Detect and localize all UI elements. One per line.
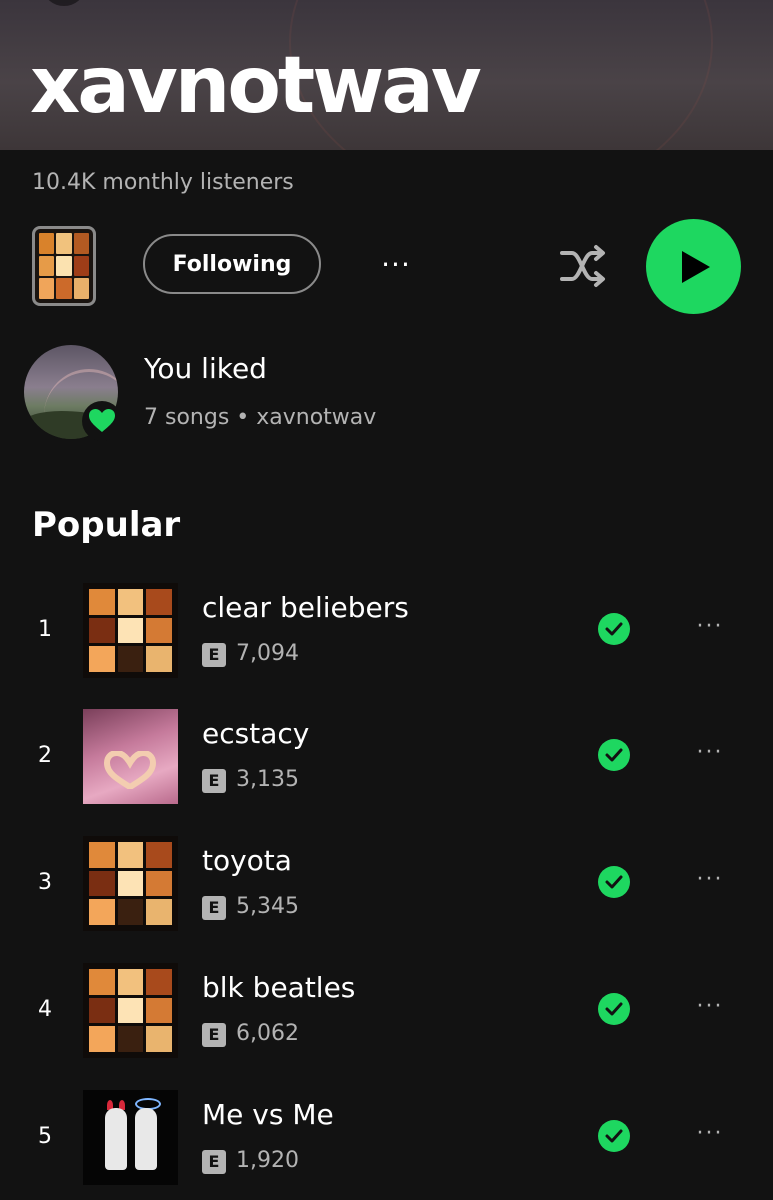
track-artwork bbox=[83, 836, 178, 931]
track-artwork bbox=[83, 709, 178, 804]
shuffle-icon[interactable] bbox=[558, 243, 608, 289]
explicit-badge: E bbox=[202, 896, 226, 920]
liked-heart-badge bbox=[82, 401, 122, 441]
track-rank: 4 bbox=[38, 997, 52, 1022]
track-rank: 3 bbox=[38, 870, 52, 895]
track-row[interactable]: 5 Me vs Me E 1,920 ··· bbox=[0, 1090, 773, 1190]
monthly-listeners: 10.4K monthly listeners bbox=[32, 170, 294, 195]
explicit-badge: E bbox=[202, 643, 226, 667]
track-title: clear beliebers bbox=[202, 591, 409, 624]
liked-subtitle: 7 songs • xavnotwav bbox=[144, 405, 377, 430]
track-more-button[interactable]: ··· bbox=[688, 991, 732, 1023]
track-title: blk beatles bbox=[202, 971, 356, 1004]
play-icon bbox=[682, 251, 710, 283]
track-more-button[interactable]: ··· bbox=[688, 737, 732, 769]
explicit-badge: E bbox=[202, 1023, 226, 1047]
explicit-badge: E bbox=[202, 1150, 226, 1174]
track-row[interactable]: 4 blk beatles E 6,062 ··· bbox=[0, 963, 773, 1063]
track-play-count: 3,135 bbox=[236, 767, 299, 792]
track-more-button[interactable]: ··· bbox=[688, 864, 732, 896]
check-circle-icon[interactable] bbox=[598, 993, 630, 1025]
track-row[interactable]: 2 ecstacy E 3,135 ··· bbox=[0, 709, 773, 809]
artist-name: xavnotwav bbox=[30, 41, 482, 131]
check-circle-icon[interactable] bbox=[598, 1120, 630, 1152]
explicit-badge: E bbox=[202, 769, 226, 793]
check-circle-icon[interactable] bbox=[598, 613, 630, 645]
track-title: Me vs Me bbox=[202, 1098, 334, 1131]
track-row[interactable]: 3 toyota E 5,345 ··· bbox=[0, 836, 773, 936]
track-rank: 2 bbox=[38, 743, 52, 768]
artist-header: xavnotwav bbox=[0, 0, 773, 150]
check-circle-icon[interactable] bbox=[598, 739, 630, 771]
track-title: toyota bbox=[202, 844, 292, 877]
track-play-count: 6,062 bbox=[236, 1021, 299, 1046]
track-row[interactable]: 1 clear beliebers E 7,094 ··· bbox=[0, 583, 773, 683]
track-play-count: 7,094 bbox=[236, 641, 299, 666]
check-circle-icon[interactable] bbox=[598, 866, 630, 898]
popular-heading: Popular bbox=[32, 505, 181, 545]
track-artwork bbox=[83, 583, 178, 678]
track-rank: 5 bbox=[38, 1124, 52, 1149]
play-button[interactable] bbox=[646, 219, 741, 314]
track-artwork bbox=[83, 1090, 178, 1185]
track-more-button[interactable]: ··· bbox=[688, 611, 732, 643]
heart-icon bbox=[89, 409, 115, 432]
track-artwork bbox=[83, 963, 178, 1058]
artist-cover-thumbnail[interactable] bbox=[32, 226, 96, 306]
more-options-button[interactable]: ··· bbox=[374, 250, 418, 280]
track-more-button[interactable]: ··· bbox=[688, 1118, 732, 1150]
back-button[interactable] bbox=[44, 0, 84, 6]
track-rank: 1 bbox=[38, 617, 52, 642]
track-play-count: 5,345 bbox=[236, 894, 299, 919]
following-button[interactable]: Following bbox=[143, 234, 321, 294]
liked-title[interactable]: You liked bbox=[144, 352, 267, 385]
track-play-count: 1,920 bbox=[236, 1148, 299, 1173]
track-title: ecstacy bbox=[202, 717, 310, 750]
